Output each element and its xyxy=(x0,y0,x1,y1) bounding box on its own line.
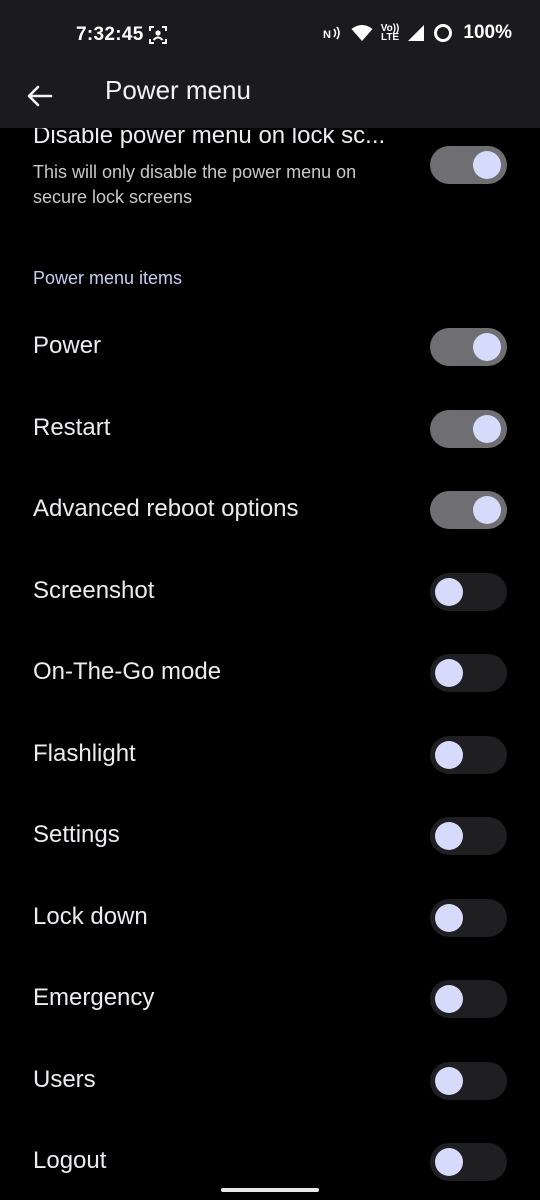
toggle-thumb xyxy=(473,414,501,443)
power-menu-item-row[interactable]: Flashlight xyxy=(0,714,540,796)
back-button[interactable] xyxy=(22,78,58,118)
power-menu-item-label: Emergency xyxy=(33,984,155,1011)
toggle-thumb xyxy=(435,1148,463,1176)
power-menu-item-row[interactable]: Advanced reboot options xyxy=(0,469,540,551)
toggle-thumb xyxy=(435,985,463,1013)
settings-list[interactable]: Disable power menu on lock sc... This wi… xyxy=(0,112,540,1200)
power-menu-item-label: Screenshot xyxy=(33,576,155,604)
power-menu-item-label: Settings xyxy=(33,821,120,848)
status-bar: 7:32:45 N Vo)) LTE 100% xyxy=(0,0,540,68)
power-menu-item-label: Logout xyxy=(33,1147,107,1174)
power-menu-item-label: Power xyxy=(33,332,102,359)
power-menu-item-toggle[interactable] xyxy=(430,735,507,774)
power-menu-item-row[interactable]: Screenshot xyxy=(0,551,540,633)
power-menu-item-label: Users xyxy=(33,1065,96,1093)
power-menu-item-row[interactable]: Power xyxy=(0,306,540,388)
power-menu-item-row[interactable]: Users xyxy=(0,1040,540,1122)
power-menu-item-toggle[interactable] xyxy=(430,1143,507,1181)
battery-icon xyxy=(433,23,453,43)
toggle-thumb xyxy=(435,903,463,932)
screen: 7:32:45 N Vo)) LTE 100% Power menu Disab… xyxy=(0,0,540,1200)
toggle-thumb xyxy=(473,151,501,179)
power-menu-item-toggle[interactable] xyxy=(430,409,507,448)
toggle-thumb xyxy=(435,1066,463,1095)
toggle-thumb xyxy=(435,659,463,687)
signal-icon xyxy=(407,24,425,42)
volte-icon: Vo)) LTE xyxy=(380,23,400,43)
power-menu-item-toggle[interactable] xyxy=(430,817,507,855)
power-menu-item-row[interactable]: Emergency xyxy=(0,958,540,1040)
power-menu-item-row[interactable]: Settings xyxy=(0,795,540,877)
wifi-icon xyxy=(351,24,373,42)
power-menu-item-row[interactable]: On-The-Go mode xyxy=(0,632,540,714)
power-menu-item-label: Advanced reboot options xyxy=(33,495,299,522)
toggle-thumb xyxy=(435,822,463,850)
power-menu-item-row[interactable]: Lock down xyxy=(0,877,540,959)
toggle-thumb xyxy=(435,740,463,769)
power-menu-item-toggle[interactable] xyxy=(430,980,507,1018)
screen-record-icon xyxy=(148,25,168,45)
toggle-thumb xyxy=(473,333,501,361)
page-title: Power menu xyxy=(105,75,251,105)
power-menu-item-label: Flashlight xyxy=(33,739,136,767)
row-summary: This will only disable the power menu on… xyxy=(33,162,357,207)
power-menu-item-toggle[interactable] xyxy=(430,491,507,529)
battery-percent: 100% xyxy=(463,22,512,43)
lock-screen-toggle[interactable] xyxy=(430,146,507,184)
power-menu-item-label: Restart xyxy=(33,413,111,441)
section-header: Power menu items xyxy=(33,268,183,288)
arrow-back-icon xyxy=(27,85,53,112)
toggle-thumb xyxy=(435,577,463,606)
lock-screen-power-menu-row[interactable]: Disable power menu on lock sc... This wi… xyxy=(0,112,540,222)
power-menu-item-toggle[interactable] xyxy=(430,572,507,611)
svg-text:N: N xyxy=(323,29,331,41)
status-icons: N Vo)) LTE 100% xyxy=(323,22,512,44)
power-menu-item-toggle[interactable] xyxy=(430,898,507,937)
status-time: 7:32:45 xyxy=(76,24,144,45)
power-menu-item-label: On-The-Go mode xyxy=(33,658,222,685)
power-menu-item-toggle[interactable] xyxy=(430,654,507,692)
toggle-thumb xyxy=(473,496,501,524)
power-menu-item-toggle[interactable] xyxy=(430,328,507,366)
power-menu-item-toggle[interactable] xyxy=(430,1061,507,1100)
power-menu-item-row[interactable]: Restart xyxy=(0,388,540,470)
app-bar: Power menu xyxy=(0,68,540,128)
nfc-icon: N xyxy=(323,25,343,41)
home-indicator[interactable] xyxy=(221,1188,319,1192)
power-menu-item-label: Lock down xyxy=(33,902,148,930)
